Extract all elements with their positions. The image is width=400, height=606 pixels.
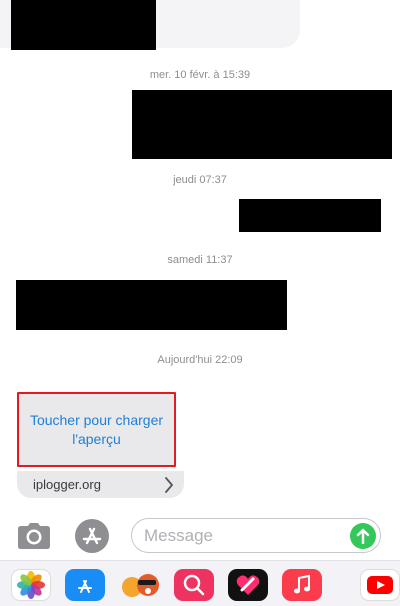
image-search-app-icon[interactable] <box>174 569 214 601</box>
message-input[interactable] <box>144 525 344 547</box>
memoji-app-icon[interactable] <box>120 569 160 601</box>
link-preview-load-button[interactable]: Toucher pour charger l'aperçu <box>17 392 176 467</box>
camera-icon[interactable] <box>16 519 52 553</box>
link-preview-action-text: Toucher pour charger l'aperçu <box>29 411 164 447</box>
timestamp: jeudi 07:37 <box>173 174 227 186</box>
timestamp: samedi 11:37 <box>167 254 233 266</box>
app-drawer <box>0 560 400 606</box>
redacted-content <box>11 0 156 50</box>
redacted-message-received[interactable] <box>16 280 287 330</box>
timestamp: mer. 10 févr. à 15:39 <box>149 69 251 81</box>
link-preview-footer[interactable]: iplogger.org <box>17 471 184 498</box>
music-app-icon[interactable] <box>282 569 322 601</box>
redacted-message-sent[interactable] <box>239 199 381 232</box>
message-input-container[interactable] <box>131 518 381 553</box>
redacted-message-sent[interactable] <box>132 90 392 159</box>
digital-touch-app-icon[interactable] <box>228 569 268 601</box>
chevron-right-icon <box>164 477 174 498</box>
arrow-up-icon <box>356 528 370 544</box>
youtube-app-icon[interactable] <box>360 569 400 601</box>
photos-app-icon[interactable] <box>11 569 51 601</box>
send-button[interactable] <box>350 523 376 549</box>
timestamp: Aujourd'hui 22:09 <box>157 354 243 366</box>
link-preview-domain: iplogger.org <box>33 477 101 492</box>
app-store-icon[interactable] <box>73 518 111 554</box>
app-store-app-icon[interactable] <box>65 569 105 601</box>
